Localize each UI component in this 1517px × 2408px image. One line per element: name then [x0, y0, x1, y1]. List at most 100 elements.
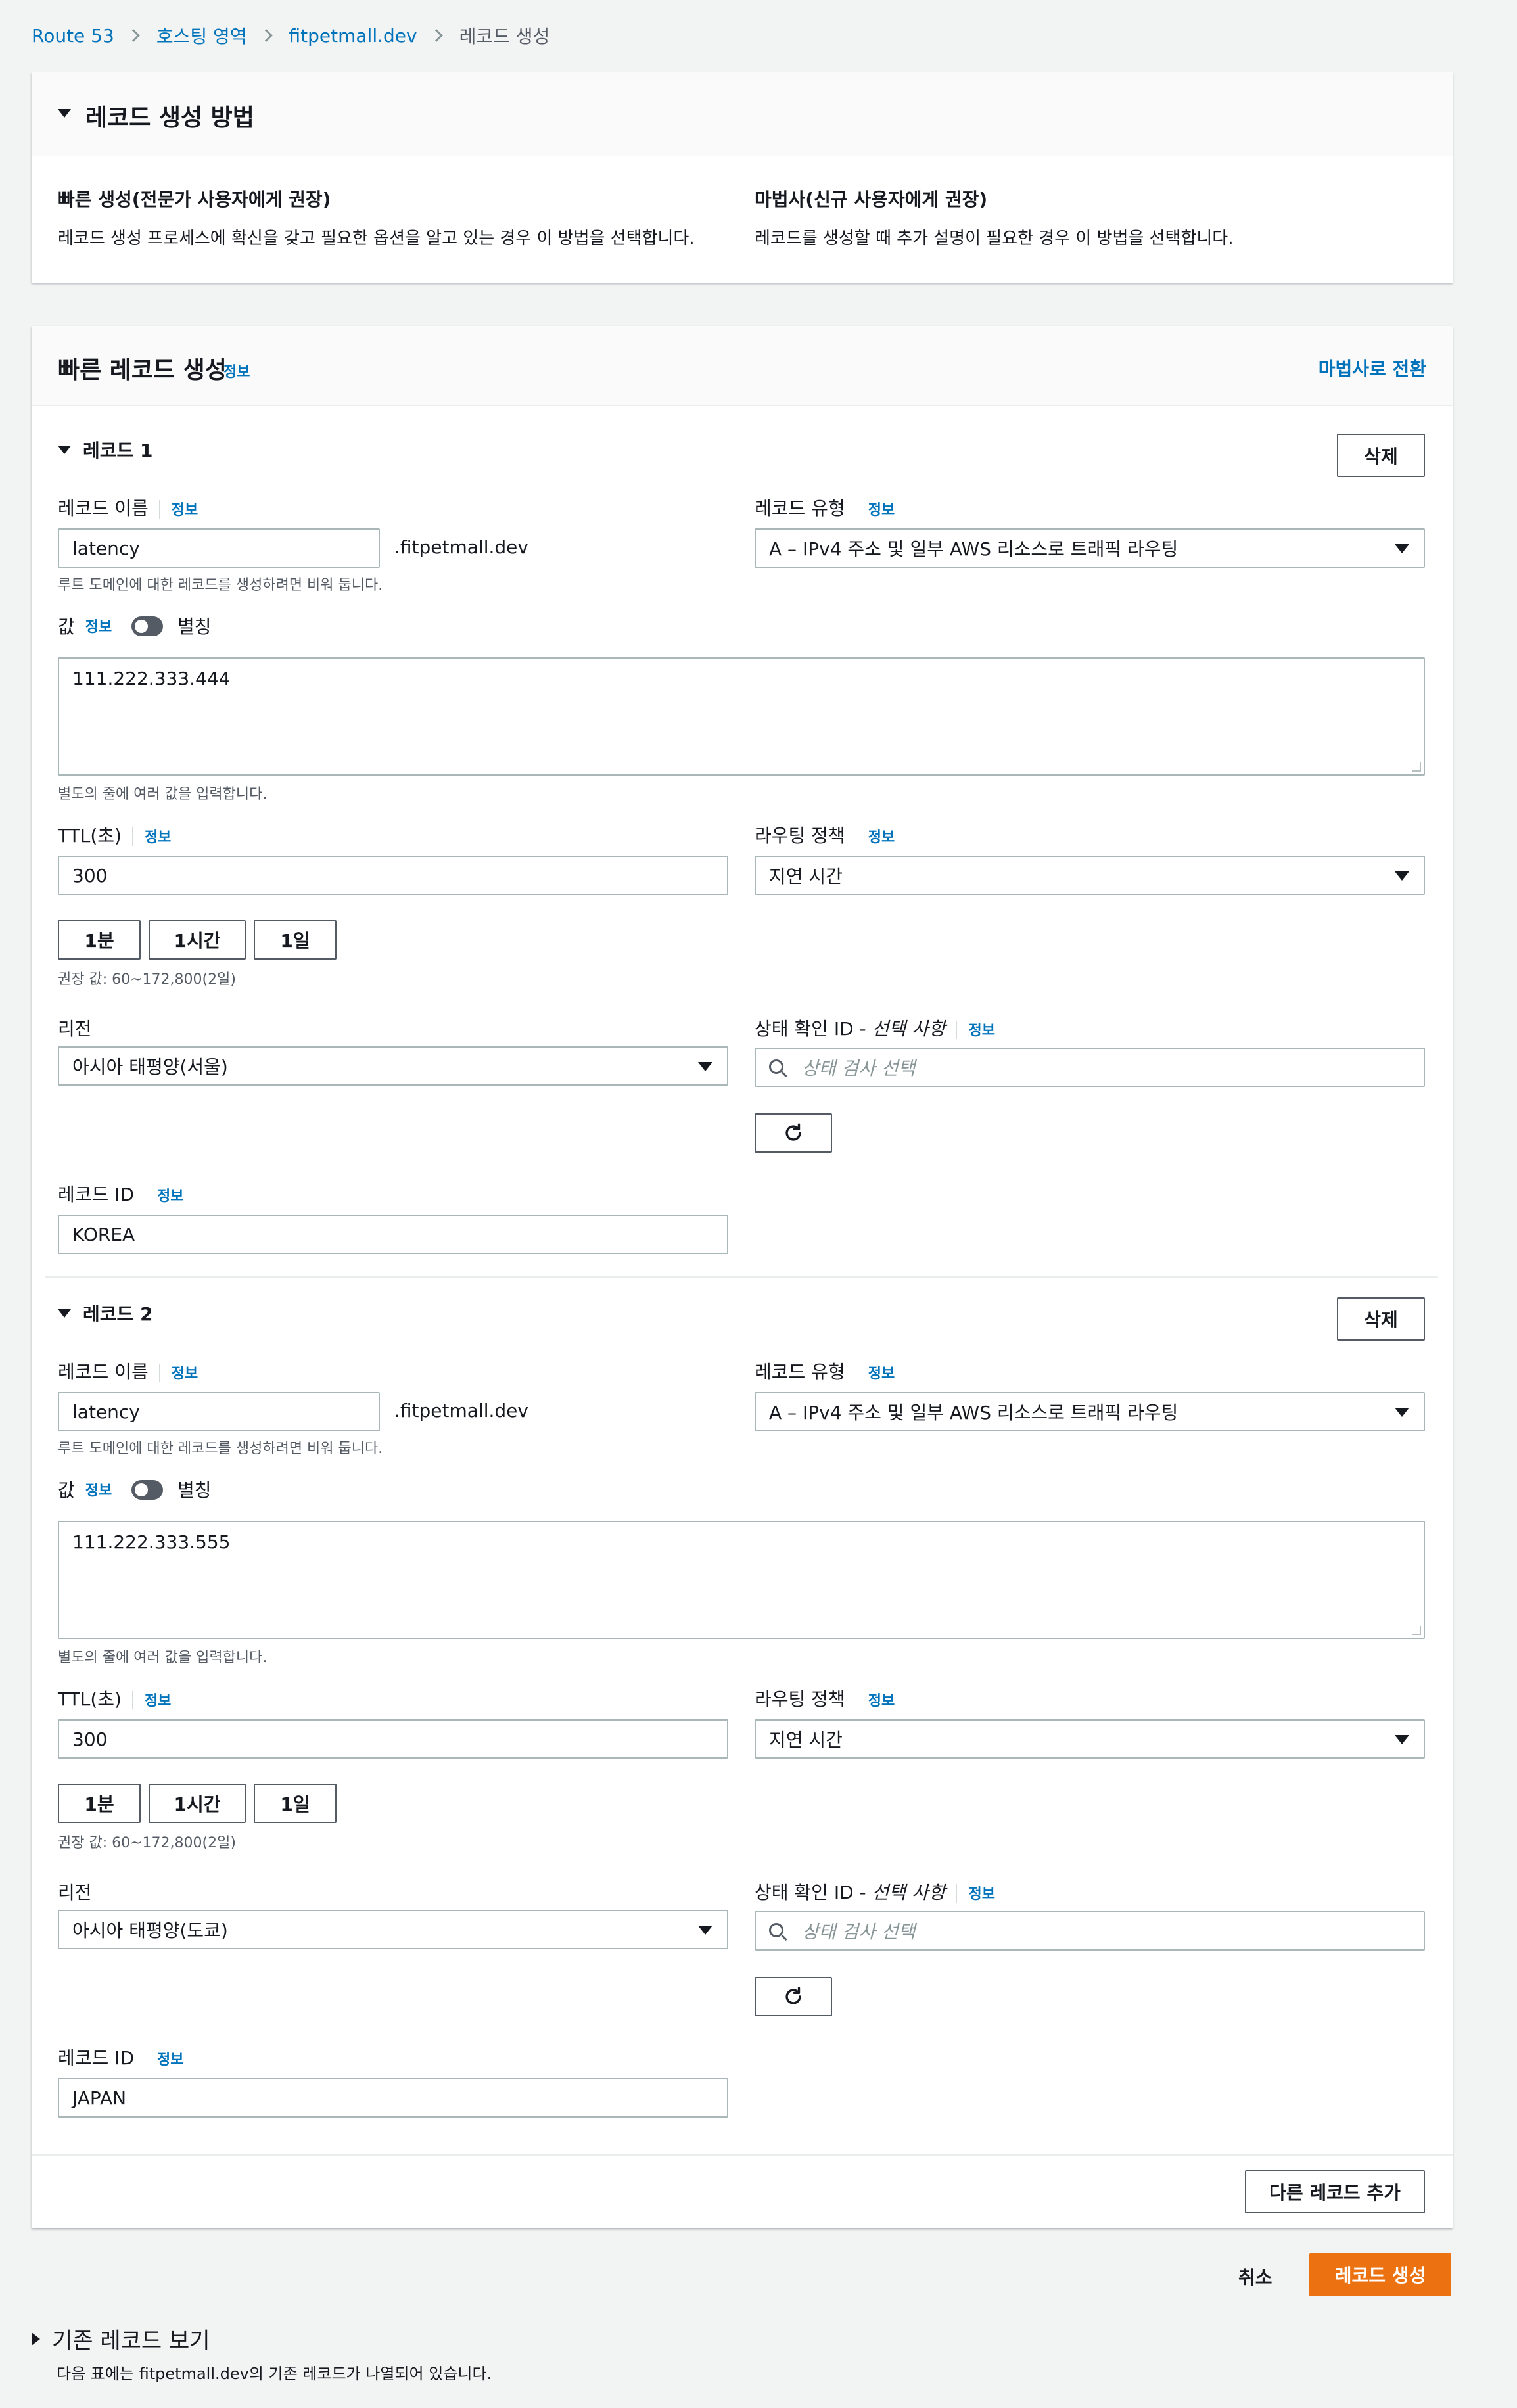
info-link[interactable]: 정보 [969, 1886, 995, 1903]
alias-label: 별칭 [177, 1479, 212, 1501]
value-textarea[interactable]: 111.222.333.555 [58, 1521, 1425, 1639]
routing-policy-value: 지연 시간 [769, 866, 843, 887]
ttl-label: TTL(초) 정보 [58, 825, 172, 846]
delete-button[interactable]: 삭제 [1337, 1297, 1425, 1341]
info-link[interactable]: 정보 [868, 829, 895, 846]
ttl-1h-button[interactable]: 1시간 [149, 1784, 246, 1823]
record-type-select[interactable]: A – IPv4 주소 및 일부 AWS 리소스로 트래픽 라우팅 [755, 528, 1425, 568]
existing-records-section[interactable]: 기존 레코드 보기 [32, 2323, 210, 2355]
existing-records-title: 기존 레코드 보기 [52, 2328, 210, 2354]
caret-down-icon [1395, 1735, 1409, 1744]
region-label: 리전 [58, 1882, 92, 1903]
record-type-value: A – IPv4 주소 및 일부 AWS 리소스로 트래픽 라우팅 [769, 538, 1179, 560]
record-type-select[interactable]: A – IPv4 주소 및 일부 AWS 리소스로 트래픽 라우팅 [755, 1392, 1425, 1431]
record-section: 레코드 2 삭제 레코드 이름 정보 latency .fitpetmall.de… [32, 1190, 1453, 2142]
refresh-button[interactable] [755, 1113, 832, 1153]
domain-suffix: .fitpetmall.dev [394, 536, 528, 558]
ttl-1m-button[interactable]: 1분 [58, 920, 141, 960]
value-label: 값 정보 [58, 1479, 112, 1501]
quick-create-desc: 레코드 생성 프로세스에 확신을 갖고 필요한 옵션을 알고 있는 경우 이 방… [58, 229, 695, 248]
wizard-title: 마법사(신규 사용자에게 권장) [755, 189, 988, 210]
info-link[interactable]: 정보 [157, 2052, 183, 2068]
value-textarea[interactable]: 111.222.333.444 [58, 657, 1425, 776]
ttl-1h-button[interactable]: 1시간 [149, 920, 246, 960]
routing-policy-select[interactable]: 지연 시간 [755, 856, 1425, 895]
create-records-button[interactable]: 레코드 생성 [1309, 2253, 1451, 2296]
record-type-value: A – IPv4 주소 및 일부 AWS 리소스로 트래픽 라우팅 [769, 1402, 1179, 1424]
domain-suffix: .fitpetmall.dev [394, 1400, 528, 1422]
region-label: 리전 [58, 1018, 92, 1040]
info-link[interactable]: 정보 [969, 1023, 995, 1039]
record-title: 레코드 2 [83, 1303, 153, 1325]
record-type-label: 레코드 유형 정보 [755, 498, 895, 519]
routing-policy-label: 라우팅 정책 정보 [755, 825, 895, 846]
ttl-label: TTL(초) 정보 [58, 1688, 172, 1710]
value-label: 값 정보 [58, 615, 112, 637]
health-check-label: 상태 확인 ID - 선택 사항 정보 [755, 1018, 996, 1040]
record-title: 레코드 1 [83, 440, 153, 461]
alias-toggle[interactable] [131, 1480, 163, 1500]
alias-toggle[interactable] [131, 616, 163, 636]
record-id-input[interactable]: JAPAN [58, 2078, 728, 2118]
search-icon [769, 1059, 783, 1074]
info-link[interactable]: 정보 [172, 502, 198, 519]
health-check-search[interactable]: 상태 검사 선택 [755, 1048, 1425, 1087]
region-select[interactable]: 아시아 태평양(서울) [58, 1046, 728, 1086]
caret-down-icon [1395, 871, 1409, 881]
alias-label: 별칭 [177, 616, 212, 637]
info-link[interactable]: 정보 [868, 1366, 895, 1382]
info-link[interactable]: 정보 [868, 502, 895, 519]
health-check-label: 상태 확인 ID - 선택 사항 정보 [755, 1882, 996, 1903]
chevron-right-icon [429, 29, 443, 42]
root-domain-hint: 루트 도메인에 대한 레코드를 생성하려면 비워 둡니다. [58, 1441, 383, 1457]
caret-down-icon [1395, 544, 1409, 553]
health-check-search[interactable]: 상태 검사 선택 [755, 1911, 1425, 1951]
caret-down-icon[interactable] [58, 1309, 71, 1318]
resize-handle-icon[interactable] [1412, 1626, 1421, 1635]
info-link[interactable]: 정보 [145, 829, 171, 846]
value-hint: 별도의 줄에 여러 값을 입력합니다. [58, 786, 268, 802]
existing-records-desc: 다음 표에는 fitpetmall.dev의 기존 레코드가 나열되어 있습니다… [57, 2365, 492, 2383]
creation-method-panel: 레코드 생성 방법 빠른 생성(전문가 사용자에게 권장) 레코드 생성 프로세… [32, 72, 1453, 283]
routing-policy-value: 지연 시간 [769, 1729, 843, 1751]
record-name-input[interactable]: latency [58, 528, 380, 568]
ttl-input[interactable]: 300 [58, 856, 728, 895]
breadcrumb: Route 53 호스팅 영역 fitpetmall.dev 레코드 생성 [32, 22, 549, 49]
info-link[interactable]: 정보 [145, 1693, 171, 1709]
ttl-1d-button[interactable]: 1일 [254, 1784, 337, 1823]
breadcrumb-current: 레코드 생성 [459, 26, 550, 47]
routing-policy-select[interactable]: 지연 시간 [755, 1719, 1425, 1759]
caret-down-icon[interactable] [58, 446, 71, 454]
health-check-placeholder: 상태 검사 선택 [802, 1057, 916, 1079]
refresh-icon [785, 1987, 801, 2004]
caret-down-icon [698, 1062, 712, 1071]
record-name-input[interactable]: latency [58, 1392, 380, 1431]
ttl-hint: 권장 값: 60~172,800(2일) [58, 1835, 236, 1851]
region-select[interactable]: 아시아 태평양(도쿄) [58, 1910, 728, 1949]
add-another-record-button[interactable]: 다른 레코드 추가 [1245, 2170, 1425, 2213]
breadcrumb-route53[interactable]: Route 53 [32, 25, 114, 47]
method-panel-title: 레코드 생성 방법 [85, 104, 254, 131]
routing-policy-label: 라우팅 정책 정보 [755, 1688, 895, 1710]
delete-button[interactable]: 삭제 [1337, 434, 1425, 477]
breadcrumb-hosted-zones[interactable]: 호스팅 영역 [156, 22, 247, 49]
ttl-1m-button[interactable]: 1분 [58, 1784, 141, 1823]
info-link[interactable]: 정보 [868, 1693, 895, 1709]
refresh-button[interactable] [755, 1977, 832, 2016]
resize-handle-icon[interactable] [1412, 762, 1421, 772]
record-id-label: 레코드 ID 정보 [58, 2047, 184, 2069]
breadcrumb-zone[interactable]: fitpetmall.dev [289, 25, 417, 47]
cancel-button[interactable]: 취소 [1238, 2263, 1272, 2290]
record-name-label: 레코드 이름 정보 [58, 1361, 198, 1383]
info-link[interactable]: 정보 [85, 1479, 112, 1500]
info-link[interactable]: 정보 [85, 615, 112, 636]
caret-down-icon [1395, 1408, 1409, 1417]
ttl-1d-button[interactable]: 1일 [254, 920, 337, 960]
info-link[interactable]: 정보 [172, 1366, 198, 1382]
caret-right-icon [32, 2332, 40, 2346]
ttl-input[interactable]: 300 [58, 1719, 728, 1759]
caret-down-icon [58, 109, 71, 118]
chevron-right-icon [126, 29, 140, 42]
search-icon [769, 1923, 783, 1937]
method-panel-header[interactable]: 레코드 생성 방법 [32, 72, 1453, 156]
